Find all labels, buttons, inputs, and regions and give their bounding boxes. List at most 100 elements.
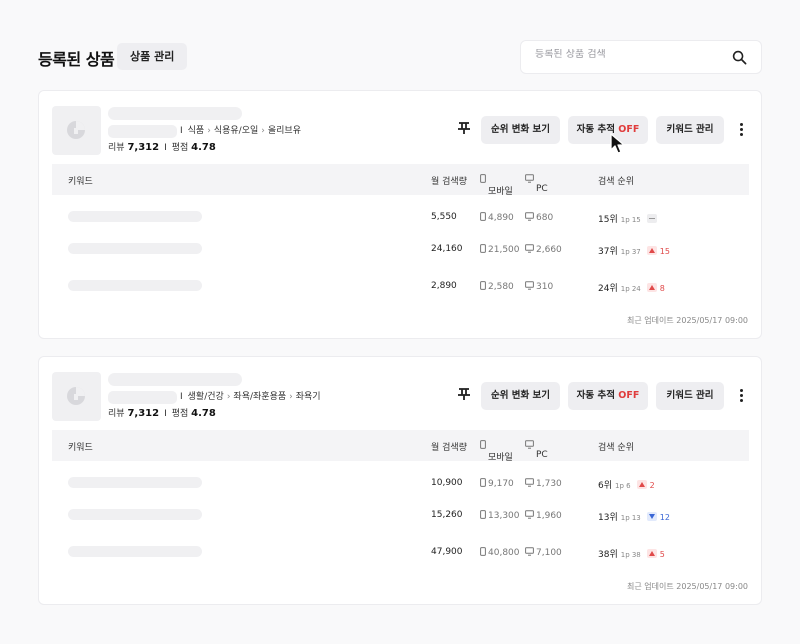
keyword-placeholder [68, 477, 202, 488]
rank-change-badge: 5 [646, 549, 665, 559]
search-icon[interactable] [732, 50, 747, 65]
category-breadcrumb: I 생활/건강 › 좌욕/좌훈용품 › 좌욕기 [180, 392, 321, 402]
product-card: I 생활/건강 › 좌욕/좌훈용품 › 좌욕기 리뷰 7,312 I 평점 4.78 순위 변… [38, 356, 762, 605]
monitor-icon [525, 244, 534, 253]
product-placeholder-icon [67, 387, 85, 405]
table-row[interactable]: 47,900 40,800 7,100 38위 1p 38 5 [52, 544, 749, 564]
rank-change-badge: 12 [646, 512, 670, 522]
pc-volume: 680 [525, 212, 553, 223]
monitor-icon [525, 440, 534, 449]
search-input[interactable] [535, 49, 725, 60]
page-header: 등록된 상품 상품 관리 [38, 40, 762, 74]
mobile-volume: 4,890 [480, 212, 514, 223]
product-name-placeholder [108, 373, 242, 386]
last-updated: 최근 업데이트 2025/05/17 09:00 [627, 316, 748, 325]
search-rank: 38위 1p 38 5 [598, 549, 665, 560]
mobile-icon [480, 212, 486, 221]
auto-track-toggle[interactable]: 자동 추적 OFF [568, 382, 648, 410]
table-row[interactable]: 5,550 4,890 680 15위 1p 15 [52, 209, 749, 229]
monthly-volume: 15,260 [431, 510, 463, 520]
search-rank: 37위 1p 37 15 [598, 246, 670, 257]
mobile-icon [480, 440, 486, 449]
pc-volume: 1,960 [525, 510, 562, 521]
table-row[interactable]: 10,900 9,170 1,730 6위 1p 62 [52, 475, 749, 495]
search-box[interactable] [520, 40, 762, 74]
pc-volume: 2,660 [525, 244, 562, 255]
pc-volume: 7,100 [525, 547, 562, 558]
rank-change-badge: 8 [646, 283, 665, 293]
mobile-volume: 21,500 [480, 244, 520, 255]
category-breadcrumb: I 식품 › 식용유/오일 › 올리브유 [180, 126, 301, 136]
mobile-icon [480, 478, 486, 487]
header-rank: 검색 순위 [598, 443, 634, 453]
mobile-icon [480, 547, 486, 556]
header-keyword: 키워드 [68, 443, 93, 453]
mobile-icon [480, 174, 486, 183]
monthly-volume: 2,890 [431, 281, 457, 291]
pc-volume: 1,730 [525, 478, 562, 489]
search-rank: 15위 1p 15 [598, 212, 660, 225]
pin-icon[interactable] [457, 387, 471, 401]
header-pc: PC [525, 174, 548, 194]
search-rank: 6위 1p 62 [598, 480, 655, 491]
more-vertical-icon[interactable] [737, 123, 745, 137]
keyword-manage-button[interactable]: 키워드 관리 [656, 382, 724, 410]
table-row[interactable]: 15,260 13,300 1,960 13위 1p 13 12 [52, 507, 749, 527]
mobile-icon [480, 510, 486, 519]
brand-placeholder [108, 125, 177, 138]
rank-change-badge: 2 [636, 480, 655, 490]
search-rank: 24위 1p 24 8 [598, 283, 665, 294]
header-mobile: 모바일 [480, 174, 513, 197]
auto-track-toggle[interactable]: 자동 추적 OFF [568, 116, 648, 144]
rank-change-badge: 15 [646, 246, 670, 256]
product-stats: 리뷰 7,312 I 평점 4.78 [108, 142, 216, 153]
keyword-placeholder [68, 280, 202, 291]
monthly-volume: 24,160 [431, 244, 463, 254]
more-vertical-icon[interactable] [737, 389, 745, 403]
monitor-icon [525, 478, 534, 487]
rank-change-badge [646, 214, 660, 224]
header-keyword: 키워드 [68, 177, 93, 187]
manage-products-button[interactable]: 상품 관리 [117, 43, 188, 70]
monthly-volume: 10,900 [431, 478, 463, 488]
keyword-placeholder [68, 243, 202, 254]
pc-volume: 310 [525, 281, 553, 292]
keyword-manage-button[interactable]: 키워드 관리 [656, 116, 724, 144]
product-placeholder-icon [67, 121, 85, 139]
monthly-volume: 5,550 [431, 212, 457, 222]
page-title: 등록된 상품 [38, 50, 115, 69]
pin-icon[interactable] [457, 121, 471, 135]
product-card: I 식품 › 식용유/오일 › 올리브유 리뷰 7,312 I 평점 4.78 순위 변화 보… [38, 90, 762, 339]
keyword-placeholder [68, 211, 202, 222]
rank-change-button[interactable]: 순위 변화 보기 [481, 116, 560, 144]
header-volume: 월 검색량 [431, 443, 467, 453]
keyword-placeholder [68, 546, 202, 557]
header-pc: PC [525, 440, 548, 460]
monitor-icon [525, 174, 534, 183]
mouse-cursor [610, 133, 625, 154]
keyword-table-header: 키워드 월 검색량 모바일 PC 검색 순위 [52, 164, 749, 197]
last-updated: 최근 업데이트 2025/05/17 09:00 [627, 582, 748, 591]
header-mobile: 모바일 [480, 440, 513, 463]
table-row[interactable]: 24,160 21,500 2,660 37위 1p 37 15 [52, 241, 749, 261]
monitor-icon [525, 212, 534, 221]
monthly-volume: 47,900 [431, 547, 463, 557]
product-name-placeholder [108, 107, 242, 120]
header-rank: 검색 순위 [598, 177, 634, 187]
mobile-volume: 2,580 [480, 281, 514, 292]
mobile-icon [480, 281, 486, 290]
product-stats: 리뷰 7,312 I 평점 4.78 [108, 408, 216, 419]
monitor-icon [525, 510, 534, 519]
keyword-table-header: 키워드 월 검색량 모바일 PC 검색 순위 [52, 430, 749, 463]
table-row[interactable]: 2,890 2,580 310 24위 1p 24 8 [52, 278, 749, 298]
search-rank: 13위 1p 13 12 [598, 512, 670, 523]
mobile-volume: 9,170 [480, 478, 514, 489]
header-volume: 월 검색량 [431, 177, 467, 187]
mobile-icon [480, 244, 486, 253]
brand-placeholder [108, 391, 177, 404]
monitor-icon [525, 281, 534, 290]
product-thumbnail [52, 372, 101, 421]
rank-change-button[interactable]: 순위 변화 보기 [481, 382, 560, 410]
monitor-icon [525, 547, 534, 556]
mobile-volume: 40,800 [480, 547, 520, 558]
